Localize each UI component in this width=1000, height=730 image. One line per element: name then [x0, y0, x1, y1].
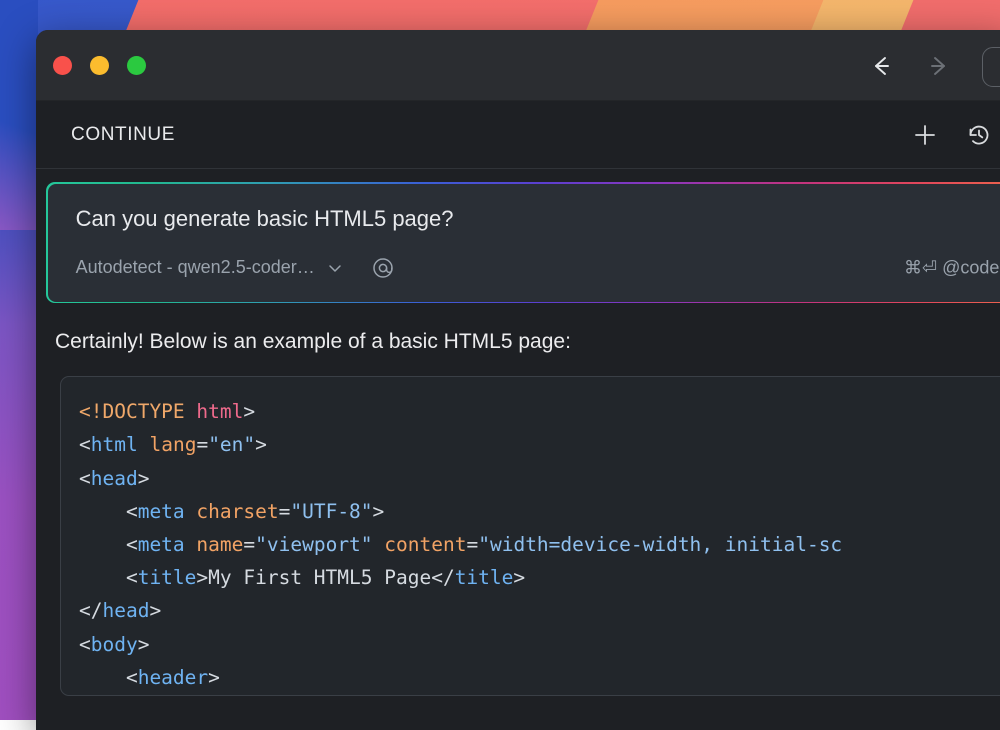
code-line: </head>	[79, 594, 1000, 627]
code-content: <!DOCTYPE html><html lang="en"><head> <m…	[79, 395, 1000, 694]
chevron-down-icon[interactable]	[327, 260, 343, 276]
code-token: html	[91, 433, 138, 456]
code-token: <	[79, 467, 91, 490]
code-line: <!DOCTYPE html>	[79, 395, 1000, 428]
code-token: name	[196, 533, 243, 556]
code-token	[185, 533, 197, 556]
code-token: <	[79, 566, 138, 589]
prompt-input-card[interactable]: Can you generate basic HTML5 page? Autod…	[48, 184, 1000, 302]
code-token: "width=device-width, initial-sc	[478, 533, 842, 556]
code-token: <	[79, 633, 91, 656]
zoom-button[interactable]	[127, 56, 146, 75]
code-token: >	[138, 467, 150, 490]
code-token: html	[196, 400, 243, 423]
code-token: head	[91, 467, 138, 490]
code-token: >	[373, 500, 385, 523]
code-token: >	[138, 633, 150, 656]
code-token: meta	[138, 533, 185, 556]
code-token: >	[513, 566, 525, 589]
code-token: <	[79, 500, 138, 523]
plus-icon[interactable]	[910, 120, 940, 150]
code-token: title	[455, 566, 514, 589]
keyboard-shortcut-hint: ⌘⏎ @codebase	[904, 257, 1000, 278]
window-control-pill[interactable]	[982, 47, 1000, 87]
code-token: content	[384, 533, 466, 556]
app-toolbar: CONTINUE	[36, 101, 1000, 169]
toolbar-actions	[910, 101, 994, 169]
minimize-button[interactable]	[90, 56, 109, 75]
window-titlebar	[36, 30, 1000, 101]
code-block[interactable]: <!DOCTYPE html><html lang="en"><head> <m…	[60, 376, 1000, 696]
code-line: <body>	[79, 628, 1000, 661]
model-selector[interactable]: Autodetect - qwen2.5-coder…	[76, 257, 343, 278]
code-token: title	[138, 566, 197, 589]
code-token: >	[208, 666, 220, 689]
at-icon[interactable]	[371, 256, 395, 280]
code-line: <header>	[79, 661, 1000, 694]
arrow-left-icon[interactable]	[866, 51, 896, 81]
code-line: <meta name="viewport" content="width=dev…	[79, 528, 1000, 561]
code-token: "en"	[208, 433, 255, 456]
code-token: </	[79, 599, 102, 622]
prompt-input[interactable]: Can you generate basic HTML5 page?	[48, 206, 1000, 232]
code-line: <html lang="en">	[79, 428, 1000, 461]
code-token: "UTF-8"	[290, 500, 372, 523]
code-token	[185, 500, 197, 523]
prompt-toolbar: Autodetect - qwen2.5-coder… ⌘⏎ @codebas	[48, 256, 1000, 280]
continue-app-window: CONTINUE Can you generate basic HTML5 pa…	[36, 30, 1000, 730]
code-token: header	[138, 666, 208, 689]
code-token: <	[79, 433, 91, 456]
navigation-controls	[866, 30, 954, 101]
code-token	[185, 400, 197, 423]
code-token: >	[149, 599, 161, 622]
code-token: =	[243, 533, 255, 556]
code-token: head	[102, 599, 149, 622]
code-token: lang	[149, 433, 196, 456]
code-token: <	[79, 666, 138, 689]
close-button[interactable]	[53, 56, 72, 75]
code-token: >My First HTML5 Page</	[196, 566, 454, 589]
code-token: charset	[196, 500, 278, 523]
assistant-message: Certainly! Below is an example of a basi…	[36, 303, 1000, 354]
prompt-input-container: Can you generate basic HTML5 page? Autod…	[46, 182, 1000, 303]
traffic-light-group	[36, 56, 146, 75]
code-token	[373, 533, 385, 556]
code-token: =	[279, 500, 291, 523]
code-token: =	[466, 533, 478, 556]
model-selector-label: Autodetect - qwen2.5-coder…	[76, 257, 315, 278]
code-token: "viewport"	[255, 533, 372, 556]
arrow-right-icon[interactable]	[924, 51, 954, 81]
code-line: <title>My First HTML5 Page</title>	[79, 561, 1000, 594]
code-token: =	[196, 433, 208, 456]
code-token: >	[243, 400, 255, 423]
code-line: <head>	[79, 462, 1000, 495]
code-token: body	[91, 633, 138, 656]
code-token: <!DOCTYPE	[79, 400, 185, 423]
code-token	[138, 433, 150, 456]
code-token: >	[255, 433, 267, 456]
code-token: <	[79, 533, 138, 556]
wallpaper-left-accent	[0, 0, 38, 230]
code-line: <meta charset="UTF-8">	[79, 495, 1000, 528]
history-icon[interactable]	[964, 120, 994, 150]
code-token: meta	[138, 500, 185, 523]
app-brand-label: CONTINUE	[36, 124, 175, 146]
